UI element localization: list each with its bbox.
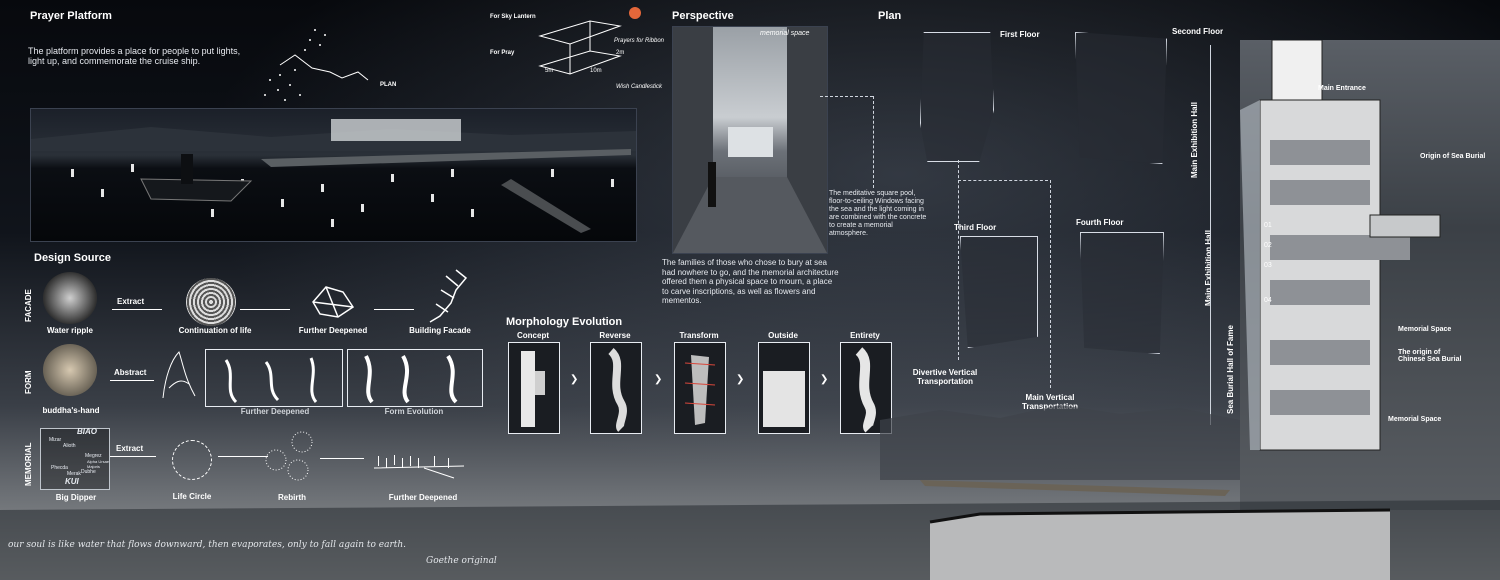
origin-sea-burial-label: Origin of Sea Burial [1420,153,1486,160]
level-04: 04 [1264,297,1272,304]
main-exhibition-hall-vertical-2: Main Exhibition Hall [1204,229,1213,306]
form-evolution-sketch [364,354,458,404]
step-transform-label: Transform [679,331,719,340]
dim-5m: 5m [545,68,554,74]
quote-text: our soul is like water that flows downwa… [8,540,407,550]
prayers-for-ribbon-label: Prayers for Ribbon [614,38,665,44]
design-source-title: Design Source [34,252,112,264]
leader-line-perspective [873,96,874,188]
buddhas-hand-image [43,344,97,396]
poster-board: Prayer Platform The platform provides a … [0,0,1500,580]
third-floor-label: Third Floor [954,223,997,232]
concept-mass-2 [535,371,545,395]
origin-chinese-label: The origin of Chinese Sea Burial [1398,349,1462,363]
further-deepened-box [205,349,343,407]
water-ripple-label: Water ripple [47,326,93,335]
memorial-space-label-1: Memorial Space [1398,326,1452,333]
quote-author: Goethe original [426,556,497,566]
extract-arrow-1 [112,309,162,310]
form-evolution-box [347,349,483,407]
main-entrance-label: Main Entrance [1318,85,1366,92]
for-sky-lantern-label: For Sky Lantern [490,14,536,20]
morphology-title: Morphology Evolution [506,316,623,328]
level-02: 02 [1264,242,1272,249]
first-floor-label: First Floor [1000,30,1040,39]
dim-10m: 10m [590,68,602,74]
plan-leader-1 [958,160,959,360]
first-floor-plan [920,32,994,162]
abstract-label: Abstract [114,368,147,377]
divertive-vertical-label: Divertive Vertical Transportation [912,368,978,386]
perspective-title: Perspective [672,10,734,22]
perspective-render [672,26,828,254]
continuation-label: Continuation of life [178,326,252,335]
further-deepened-sketch-1 [312,286,355,318]
building-facade-label: Building Facade [409,326,471,335]
row-facade-label: FACADE [24,289,33,322]
building-facade-sketch [429,269,468,323]
abstract-arrow [110,380,154,381]
third-floor-plan [960,236,1038,348]
chevron-right-icon-1: ❯ [570,374,579,385]
arrow-2 [240,309,290,310]
form-deepened-sketch [224,357,318,404]
second-floor-plan [1075,32,1167,164]
perspective-desc-1: The meditative square pool, floor-to-cei… [829,190,927,237]
step-concept-label: Concept [517,331,549,340]
wish-candlestick-label: Wish Candlestick [616,84,662,90]
platform-section-diagram [538,7,641,75]
further-deepened-label-1: Further Deepened [298,326,368,335]
hand-sketch [162,351,196,399]
plan-leader-2 [958,180,1048,181]
render-lights [31,119,636,233]
fourth-floor-plan [1080,232,1164,354]
perspective-interior [673,27,827,253]
fourth-floor-label: Fourth Floor [1076,218,1124,227]
step-outside-label: Outside [768,331,798,340]
prayer-platform-title: Prayer Platform [30,10,112,22]
leader-line-perspective-h [820,96,873,97]
chevron-right-icon-2: ❯ [654,374,663,385]
main-exhibition-hall-vertical-1: Main Exhibition Hall [1190,101,1199,178]
arrow-3 [374,309,414,310]
second-floor-label: Second Floor [1172,27,1224,36]
prayer-platform-render [30,108,637,242]
sea-burial-hall-vertical: Sea Burial Hall of Fame [1226,325,1235,414]
dim-2m: 2m [616,50,625,56]
level-01: 01 [1264,222,1272,229]
section-dimension-line [1210,45,1211,425]
continuation-image [186,278,236,326]
platform-plan-label: PLAN [380,82,397,88]
platform-plan-diagram [264,29,369,101]
plan-leader-3 [1050,180,1051,388]
chevron-right-icon-4: ❯ [820,374,829,385]
water-ripple-image [43,272,97,324]
sea-landscape [0,405,1500,580]
chevron-right-icon-3: ❯ [736,374,745,385]
memorial-space-label: memorial space [760,30,810,37]
extract-label-1: Extract [117,297,145,306]
step-reverse-label: Reverse [599,331,631,340]
plan-title: Plan [878,10,902,22]
for-pray-label: For Pray [490,50,515,56]
step-entirety-label: Entirety [850,331,880,340]
prayer-platform-desc: The platform provides a place for people… [28,46,241,66]
level-03: 03 [1264,262,1272,269]
perspective-desc-2: The families of those who chose to bury … [662,258,839,305]
row-form-label: FORM [24,370,33,394]
